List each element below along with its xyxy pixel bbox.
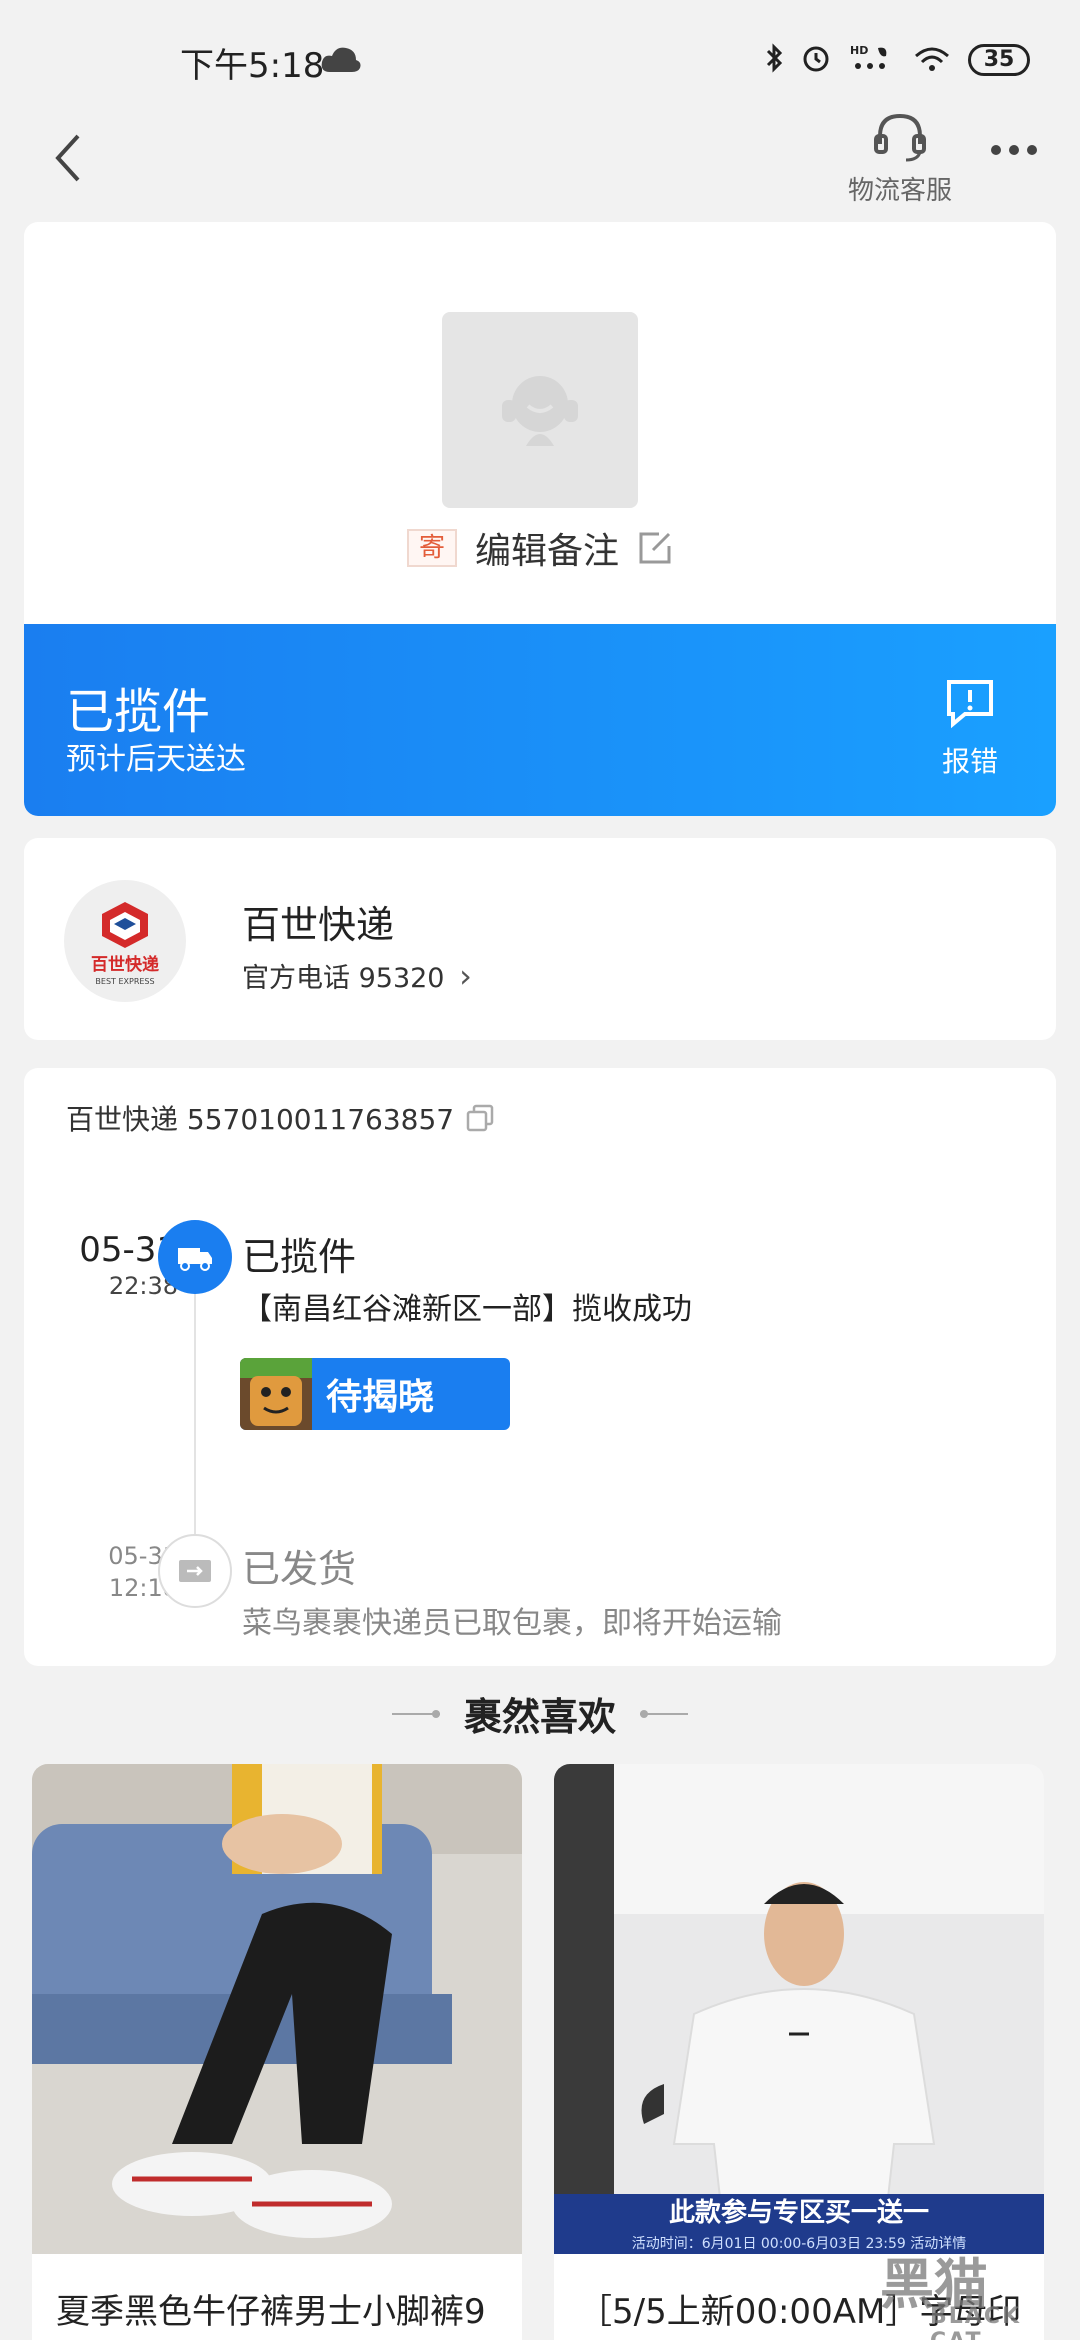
placeholder-avatar-icon [502,376,578,446]
reveal-button[interactable]: 待揭晓 [240,1358,510,1430]
tracking-card: 百世快递 557010011763857 05-31 22:38 已揽件 【南昌… [24,1068,1056,1666]
headset-icon [874,113,926,162]
logo-cn-text: 百世快递 [91,954,159,975]
timeline-node-1 [158,1220,232,1294]
truck-icon [178,1248,212,1271]
divider-right [640,1709,688,1718]
status-icons: HD 35 [764,42,1030,78]
event-time: 22:38 [108,1272,178,1300]
event-title: 已发货 [242,1547,357,1591]
more-button[interactable] [990,140,1050,180]
event-title: 已揽件 [242,1235,357,1279]
edit-note-row[interactable]: 寄 编辑备注 [24,522,1056,574]
tracking-number-row: 百世快递 557010011763857 [66,1098,494,1138]
support-label: 物流客服 [847,176,952,206]
alarm-icon [800,42,832,78]
battery-indicator: 35 [968,44,1030,76]
edit-icon[interactable] [637,530,673,566]
status-bar: 下午5:18 HD 35 [0,0,1080,110]
send-tag: 寄 [406,529,457,567]
courier-card: 百世快递 BEST EXPRESS 百世快递 官方电话 95320 › [24,838,1056,1040]
bluetooth-icon [764,43,784,77]
more-dots-icon [991,145,1037,155]
svg-text:HD: HD [850,44,868,57]
watermark-en: BLACK CAT [930,2304,1022,2340]
delivery-eta: 预计后天送达 [66,742,246,777]
promo-text: 此款参与专区买一送一 [668,2198,929,2228]
report-error-button[interactable]: 报错 [930,676,1010,780]
best-express-logo: 百世快递 BEST EXPRESS [64,880,186,1002]
package-placeholder-image [442,312,638,508]
copy-icon[interactable] [466,1104,494,1132]
product-name-1: 夏季黑色牛仔裤男士小脚裤9 [56,2292,486,2332]
courier-phone-link[interactable]: 官方电话 95320 › [242,956,472,995]
reveal-character-image [240,1358,312,1430]
report-message-icon [947,680,993,729]
logo-en-text: BEST EXPRESS [95,977,154,986]
wifi-icon [912,42,952,78]
chevron-left-icon [55,134,80,182]
shipped-box-icon [179,1560,211,1582]
hd-signal-icon: HD [848,42,896,78]
note-text: 编辑备注 [475,531,620,572]
tracking-number: 百世快递 557010011763857 [66,1103,455,1136]
recommend-title: 裹然喜欢 [463,1695,616,1739]
event-desc: 【南昌红谷滩新区一部】揽收成功 [242,1292,692,1327]
chevron-right-icon: › [459,957,472,995]
delivery-status: 已揽件 [66,684,211,740]
report-label: 报错 [941,745,998,778]
recommend-title-row: 裹然喜欢 [0,1686,1080,1741]
logistics-support-button[interactable]: 物流客服 [840,110,960,210]
courier-phone-text: 官方电话 95320 [242,963,445,994]
divider-left [391,1709,440,1718]
back-button[interactable] [50,128,110,198]
reveal-label: 待揭晓 [326,1377,435,1418]
event-desc: 菜鸟裹裹快递员已取包裹，即将开始运输 [242,1606,782,1641]
product-image-2 [554,1764,1044,2254]
package-card: 寄 编辑备注 已揽件 预计后天送达 报错 [24,222,1056,816]
timeline-node-2 [158,1534,232,1608]
product-card-1[interactable]: 夏季黑色牛仔裤男士小脚裤9 [32,1764,522,2340]
product-image-1 [32,1764,522,2254]
status-time: 下午5:18 [180,46,325,86]
top-nav: 物流客服 [0,110,1080,220]
status-banner: 已揽件 预计后天送达 报错 [24,624,1056,816]
courier-name: 百世快递 [242,903,395,947]
weather-cloud-icon [320,44,362,78]
